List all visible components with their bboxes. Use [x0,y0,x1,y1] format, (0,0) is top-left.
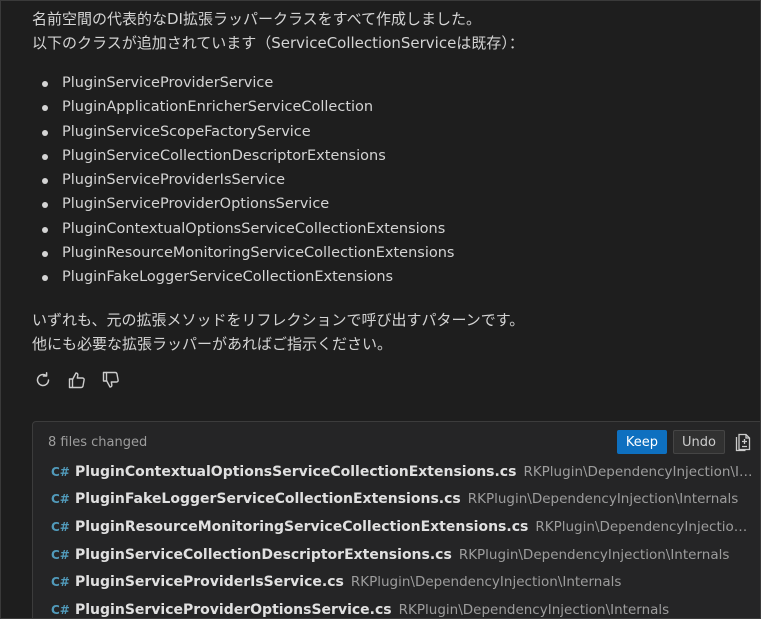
undo-button[interactable]: Undo [673,430,725,454]
file-name: PluginFakeLoggerServiceCollectionExtensi… [75,491,461,508]
changed-file-row[interactable]: C# PluginFakeLoggerServiceCollectionExte… [51,486,753,514]
thumbs-down-icon[interactable] [100,369,122,391]
outro-line: 他にも必要な拡張ラッパーがあればご指示ください。 [32,334,393,353]
list-item: PluginContextualOptionsServiceCollection… [32,217,747,241]
view-diff-icon[interactable] [733,431,753,453]
changed-file-row[interactable]: C# PluginServiceCollectionDescriptorExte… [51,541,753,569]
csharp-file-icon: C# [51,575,70,590]
intro-paragraph: 名前空間の代表的なDI拡張ラッパークラスをすべて作成しました。 以下のクラスが追… [32,7,747,55]
file-name: PluginResourceMonitoringServiceCollectio… [75,518,529,535]
changed-file-list: C# PluginContextualOptionsServiceCollect… [51,458,753,618]
assistant-message: 名前空間の代表的なDI拡張ラッパークラスをすべて作成しました。 以下のクラスが追… [32,7,747,392]
csharp-file-icon: C# [51,492,70,507]
list-item: PluginResourceMonitoringServiceCollectio… [32,241,747,265]
list-item: PluginServiceCollectionDescriptorExtensi… [32,144,747,168]
chat-panel: 名前空間の代表的なDI拡張ラッパークラスをすべて作成しました。 以下のクラスが追… [0,0,761,619]
feedback-bar [32,368,747,392]
file-name: PluginServiceCollectionDescriptorExtensi… [75,546,452,563]
intro-line: 名前空間の代表的なDI拡張ラッパークラスをすべて作成しました。 [32,10,482,28]
list-item: PluginApplicationEnricherServiceCollecti… [32,95,747,119]
changed-file-row[interactable]: C# PluginServiceProviderOptionsService.c… [51,596,753,618]
file-path: RKPlugin\DependencyInjection\Internals [350,574,622,591]
list-item: PluginServiceProviderOptionsService [32,192,747,216]
csharp-file-icon: C# [51,464,70,479]
class-list: PluginServiceProviderService PluginAppli… [32,71,747,290]
csharp-file-icon: C# [51,602,70,617]
changed-file-row[interactable]: C# PluginContextualOptionsServiceCollect… [51,458,753,486]
file-path: RKPlugin\DependencyInjection\I... [535,518,753,535]
thumbs-up-icon[interactable] [66,369,88,391]
csharp-file-icon: C# [51,547,70,562]
file-path: RKPlugin\DependencyInjection\Internals [467,491,739,508]
retry-icon[interactable] [32,369,54,391]
keep-button[interactable]: Keep [616,430,668,454]
changed-files-header: 8 files changed Keep Undo [48,430,753,454]
file-name: PluginServiceProviderIsService.cs [75,574,344,591]
file-name: PluginServiceProviderOptionsService.cs [75,601,392,618]
list-item: PluginFakeLoggerServiceCollectionExtensi… [32,265,747,289]
outro-line: いずれも、元の拡張メソッドをリフレクションで呼び出すパターンです。 [32,310,525,329]
file-path: RKPlugin\DependencyInjection\Internals [458,546,730,563]
file-path: RKPlugin\DependencyInjection\Int... [523,463,753,480]
list-item: PluginServiceScopeFactoryService [32,120,747,144]
changed-file-row[interactable]: C# PluginServiceProviderIsService.cs RKP… [51,568,753,596]
intro-line: 以下のクラスが追加されています（ServiceCollectionService… [32,34,524,52]
csharp-file-icon: C# [51,519,70,534]
list-item: PluginServiceProviderIsService [32,168,747,192]
changed-files-panel: 8 files changed Keep Undo C# PluginConte… [32,421,760,618]
files-changed-count: 8 files changed [48,434,148,450]
changed-file-row[interactable]: C# PluginResourceMonitoringServiceCollec… [51,513,753,541]
file-name: PluginContextualOptionsServiceCollection… [75,463,517,480]
list-item: PluginServiceProviderService [32,71,747,95]
file-path: RKPlugin\DependencyInjection\Internals [398,601,670,618]
outro-paragraph: いずれも、元の拡張メソッドをリフレクションで呼び出すパターンです。 他にも必要な… [32,308,747,356]
